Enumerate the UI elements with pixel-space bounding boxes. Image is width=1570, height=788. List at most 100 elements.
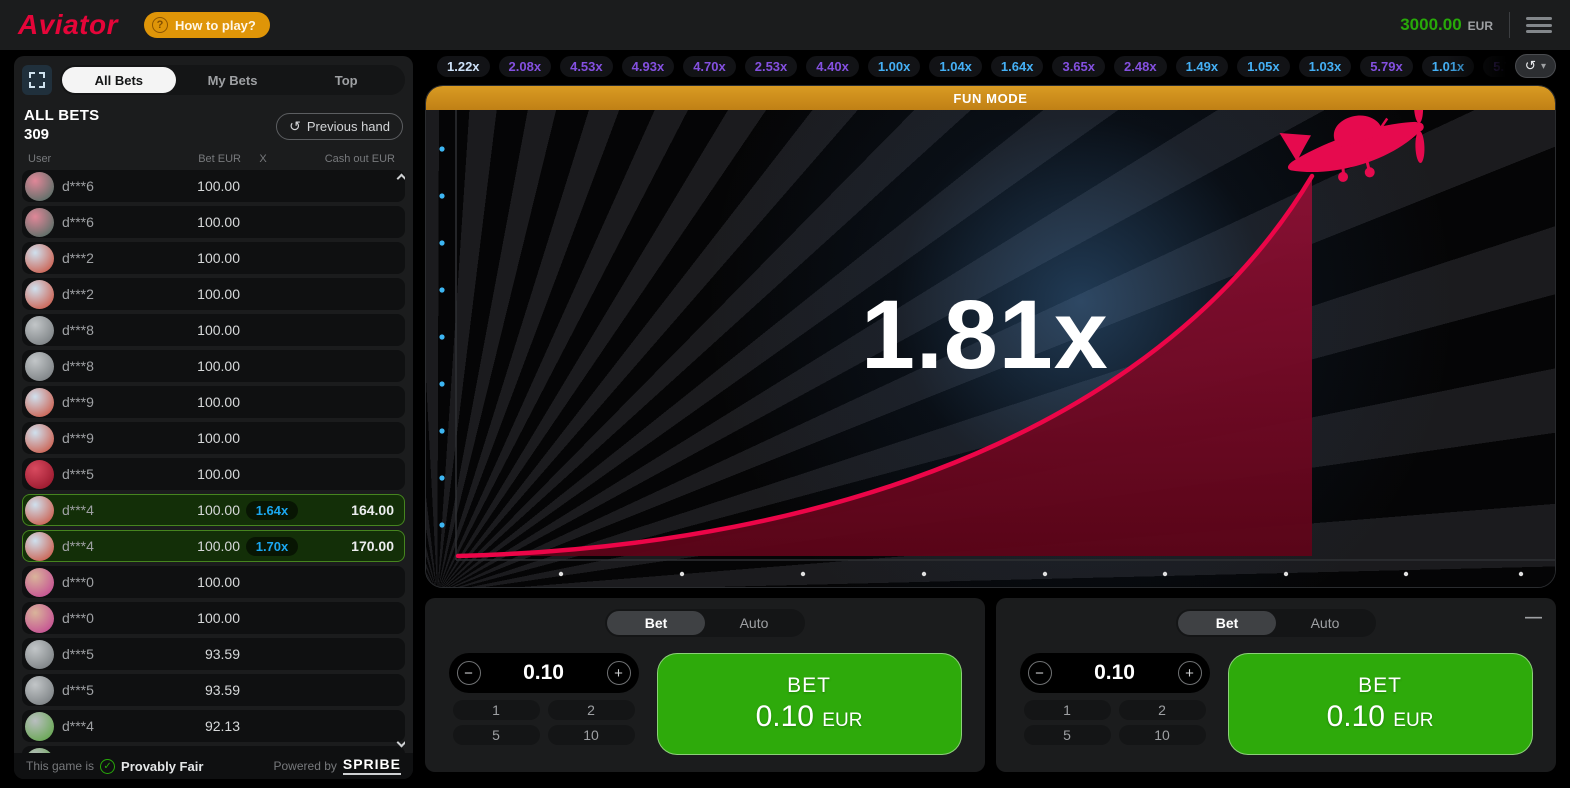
- table-row: d***9 100.00: [22, 422, 405, 454]
- scroll-up-icon[interactable]: [397, 172, 405, 182]
- avatar: [25, 316, 54, 345]
- bet-amount-value[interactable]: 0.10: [481, 661, 607, 685]
- avatar: [25, 352, 54, 381]
- current-multiplier: 1.81x: [861, 279, 1109, 391]
- row-bet-amount: 93.59: [154, 682, 240, 698]
- col-bet: Bet EUR: [145, 153, 241, 165]
- table-row: d***5 93.59: [22, 638, 405, 670]
- row-bet-amount: 100.00: [154, 322, 240, 338]
- chevron-down-icon: ▾: [1541, 61, 1546, 72]
- decrease-button[interactable]: −: [457, 661, 481, 685]
- row-bet-amount: 100.00: [154, 502, 240, 518]
- row-bet-amount: 100.00: [154, 610, 240, 626]
- row-multiplier: 1.70x: [240, 537, 304, 556]
- avatar: [25, 460, 54, 489]
- quick-bet-2[interactable]: 2: [548, 700, 635, 720]
- fun-mode-banner: FUN MODE: [426, 86, 1555, 110]
- powered-by-label: Powered by: [274, 759, 337, 773]
- history-chip[interactable]: 1.03x: [1299, 56, 1352, 77]
- tab-all-bets[interactable]: All Bets: [62, 67, 176, 93]
- avatar: [25, 208, 54, 237]
- row-username: d***6: [62, 214, 154, 230]
- bets-tab-group: All Bets My Bets Top: [60, 65, 405, 95]
- bet-button-1[interactable]: BET 0.10 EUR: [657, 653, 962, 755]
- round-history-button[interactable]: ↺ ▾: [1515, 54, 1556, 78]
- balance: 3000.00 EUR: [1400, 15, 1493, 35]
- row-cashout: 170.00: [304, 538, 394, 554]
- history-chip[interactable]: 1.04x: [929, 56, 982, 77]
- quick-bet-1[interactable]: 1: [453, 700, 540, 720]
- quick-bet-2[interactable]: 2: [1119, 700, 1206, 720]
- remove-panel-button[interactable]: —: [1525, 608, 1542, 625]
- bet-amount-value[interactable]: 0.10: [1052, 661, 1178, 685]
- table-row: d***6 100.00: [22, 206, 405, 238]
- history-list: 1.22x 2.08x 4.53x 4.93x 4.70x 2.53x 4.40x 1.00x…: [425, 52, 1556, 80]
- scroll-down-icon[interactable]: [397, 739, 405, 749]
- table-header: User Bet EUR X Cash out EUR: [22, 152, 405, 170]
- plane-icon: [1277, 110, 1439, 196]
- aviator-logo: Aviator: [18, 9, 118, 41]
- menu-icon[interactable]: [1526, 15, 1552, 35]
- decrease-button[interactable]: −: [1028, 661, 1052, 685]
- history-chip[interactable]: 2.48x: [1114, 56, 1167, 77]
- increase-button[interactable]: +: [1178, 661, 1202, 685]
- row-username: d***4: [62, 502, 154, 518]
- row-username: d***4: [62, 538, 154, 554]
- history-chip[interactable]: 4.53x: [560, 56, 613, 77]
- col-user: User: [28, 153, 145, 165]
- history-chip[interactable]: 4.93x: [622, 56, 675, 77]
- history-chip[interactable]: 1.00x: [868, 56, 921, 77]
- provably-fair-icon: ✓: [100, 759, 115, 774]
- row-username: d***8: [62, 322, 154, 338]
- row-username: d***6: [62, 178, 154, 194]
- all-bets-count: 309: [24, 126, 99, 145]
- bet-button-2[interactable]: BET 0.10 EUR: [1228, 653, 1533, 755]
- row-bet-amount: 100.00: [154, 430, 240, 446]
- row-cashout: 164.00: [304, 502, 394, 518]
- row-bet-amount: 100.00: [154, 286, 240, 302]
- spribe-logo[interactable]: SPRIBE: [343, 757, 401, 774]
- history-chip[interactable]: 2.08x: [499, 56, 552, 77]
- history-chip[interactable]: 1.05x: [1237, 56, 1290, 77]
- tab-bet[interactable]: Bet: [607, 611, 705, 635]
- history-chip[interactable]: 3.65x: [1052, 56, 1105, 77]
- row-bet-amount: 100.00: [154, 178, 240, 194]
- history-chip[interactable]: 4.40x: [806, 56, 859, 77]
- table-row: d***4 100.00 1.64x 164.00: [22, 494, 405, 526]
- history-chip[interactable]: 1.49x: [1176, 56, 1229, 77]
- quick-bet-chips-1: 125 10: [449, 700, 639, 745]
- expand-icon[interactable]: [22, 65, 52, 95]
- row-bet-amount: 100.00: [154, 358, 240, 374]
- bet-panel-1: Bet Auto − 0.10 + 125 10 BET 0.10 EUR: [425, 598, 985, 772]
- increase-button[interactable]: +: [607, 661, 631, 685]
- avatar: [25, 712, 54, 741]
- quick-bet-5[interactable]: 5: [453, 725, 540, 745]
- tab-top[interactable]: Top: [289, 67, 403, 93]
- row-multiplier: 1.64x: [240, 501, 304, 520]
- row-username: d***9: [62, 430, 154, 446]
- history-chip[interactable]: 1.22x: [437, 56, 490, 77]
- tab-auto[interactable]: Auto: [1276, 611, 1374, 635]
- history-chip[interactable]: 4.70x: [683, 56, 736, 77]
- avatar: [25, 496, 54, 525]
- avatar: [25, 280, 54, 309]
- quick-bet-10[interactable]: 10: [548, 725, 635, 745]
- avatar: [25, 244, 54, 273]
- history-chip[interactable]: 5.79x: [1360, 56, 1413, 77]
- how-to-play-button[interactable]: ? How to play?: [144, 12, 270, 38]
- quick-bet-1[interactable]: 1: [1024, 700, 1111, 720]
- quick-bet-5[interactable]: 5: [1024, 725, 1111, 745]
- game-stage: FUN MODE: [425, 85, 1556, 588]
- history-chip[interactable]: 2.53x: [745, 56, 798, 77]
- tab-auto[interactable]: Auto: [705, 611, 803, 635]
- provably-fair-label[interactable]: Provably Fair: [121, 759, 203, 774]
- tab-my-bets[interactable]: My Bets: [176, 67, 290, 93]
- bet-auto-toggle-1: Bet Auto: [605, 609, 805, 637]
- row-bet-amount: 100.00: [154, 574, 240, 590]
- quick-bet-10[interactable]: 10: [1119, 725, 1206, 745]
- tab-bet[interactable]: Bet: [1178, 611, 1276, 635]
- row-username: d***2: [62, 250, 154, 266]
- history-chip[interactable]: 1.64x: [991, 56, 1044, 77]
- previous-hand-button[interactable]: ↺ Previous hand: [276, 113, 403, 140]
- row-bet-amount: 100.00: [154, 538, 240, 554]
